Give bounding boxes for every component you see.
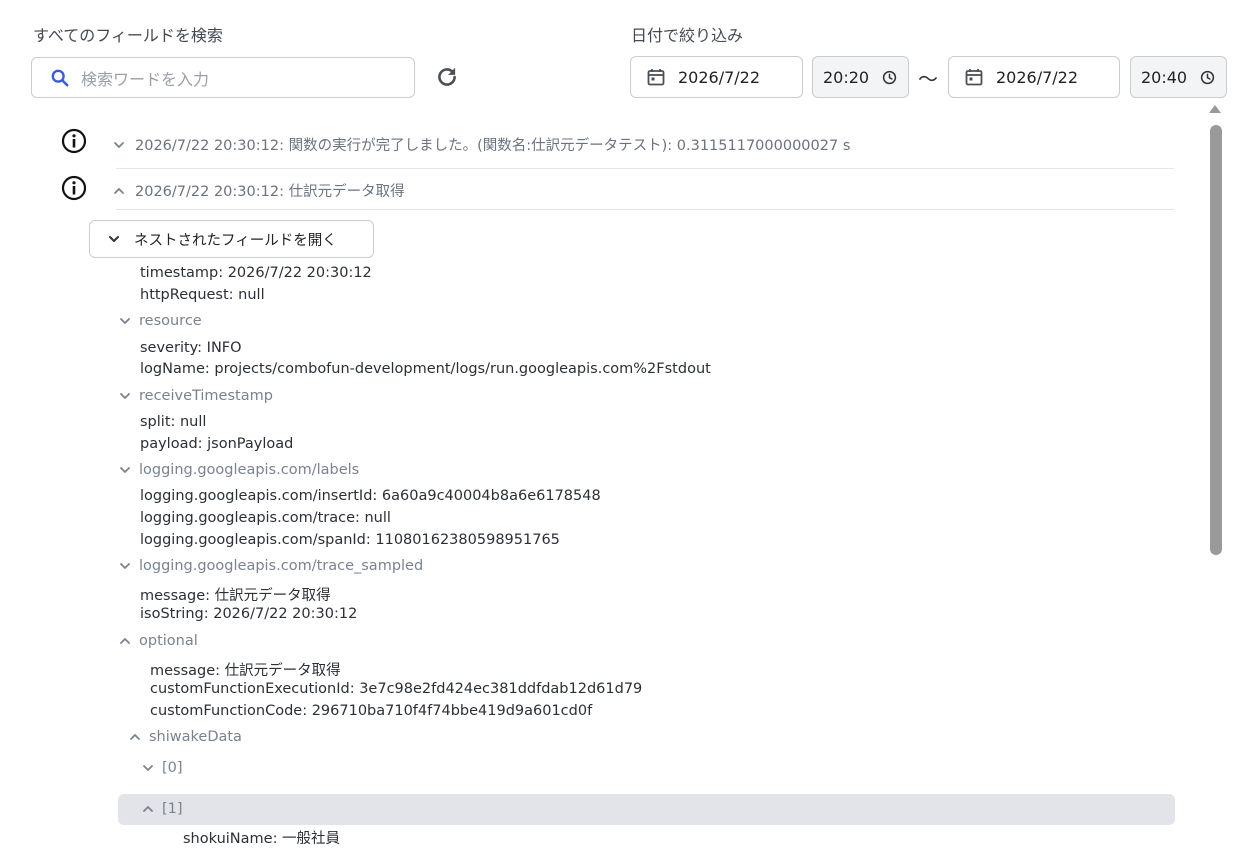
start-time-field[interactable]: 20:20 xyxy=(812,56,909,98)
chevron-up-icon xyxy=(114,187,124,194)
chevron-down-icon xyxy=(120,467,130,473)
log-row-text: 2026/7/22 20:30:12: 仕訳元データ取得 xyxy=(135,184,405,200)
scrollbar-thumb[interactable] xyxy=(1210,125,1222,555)
filter-label: 日付で絞り込み xyxy=(631,26,744,45)
clock-icon xyxy=(882,70,897,84)
field-payload: payload: jsonPayload xyxy=(140,436,294,452)
chevron-up-icon xyxy=(130,734,140,740)
search-label: すべてのフィールドを検索 xyxy=(33,26,223,45)
calendar-icon xyxy=(965,69,983,86)
field-severity: severity: INFO xyxy=(140,340,242,356)
chevron-up-icon xyxy=(143,806,153,812)
field-spanid: logging.googleapis.com/spanId: 110801623… xyxy=(140,532,560,548)
row-divider xyxy=(116,168,1174,169)
field-execution-id: customFunctionExecutionId: 3e7c98e2fd424… xyxy=(150,681,643,697)
chevron-down-icon xyxy=(114,141,124,148)
section-label: logging.googleapis.com/labels xyxy=(139,462,360,478)
field-optional-message: message: 仕訳元データ取得 xyxy=(150,663,341,679)
section-labels[interactable]: logging.googleapis.com/labels xyxy=(117,462,359,478)
range-separator: 〜 xyxy=(918,67,938,91)
field-logname: logName: projects/combofun-development/l… xyxy=(140,361,711,377)
chevron-down-icon xyxy=(120,563,130,569)
start-date-field[interactable]: 2026/7/22 xyxy=(630,56,803,98)
end-date-value: 2026/7/22 xyxy=(996,67,1079,87)
row-divider xyxy=(116,209,1174,210)
section-receive-timestamp[interactable]: receiveTimestamp xyxy=(117,388,273,404)
section-label: receiveTimestamp xyxy=(139,388,273,404)
section-shiwake-data[interactable]: shiwakeData xyxy=(127,729,242,745)
log-row-2[interactable]: 2026/7/22 20:30:12: 仕訳元データ取得 xyxy=(112,180,405,201)
array-item-1[interactable]: [1] xyxy=(140,801,183,817)
expand-nested-button[interactable]: ネストされたフィールドを開く xyxy=(89,220,374,258)
clock-icon xyxy=(1200,70,1215,84)
array-item-label: [0] xyxy=(162,760,183,776)
search-input[interactable]: 検索ワードを入力 xyxy=(81,66,209,90)
array-item-0[interactable]: [0] xyxy=(140,760,183,776)
section-resource[interactable]: resource xyxy=(117,313,202,329)
info-icon xyxy=(61,128,87,154)
section-label: optional xyxy=(139,633,198,649)
array-item-label: [1] xyxy=(162,801,183,817)
expand-nested-label: ネストされたフィールドを開く xyxy=(134,232,337,249)
info-icon xyxy=(61,175,87,201)
log-row-text: 2026/7/22 20:30:12: 関数の実行が完了しました。(関数名:仕訳… xyxy=(135,138,851,154)
chevron-down-icon xyxy=(120,393,130,399)
refresh-icon xyxy=(438,67,456,86)
field-message: message: 仕訳元データ取得 xyxy=(140,588,331,604)
scroll-up-arrow[interactable] xyxy=(1207,103,1223,115)
end-date-field[interactable]: 2026/7/22 xyxy=(948,56,1120,98)
chevron-down-icon xyxy=(109,236,119,242)
search-icon xyxy=(51,69,69,86)
start-time-value: 20:20 xyxy=(823,67,870,87)
field-httprequest: httpRequest: null xyxy=(140,287,265,303)
array-item-1-highlight[interactable] xyxy=(118,794,1175,825)
section-label: logging.googleapis.com/trace_sampled xyxy=(139,558,424,574)
section-trace-sampled[interactable]: logging.googleapis.com/trace_sampled xyxy=(117,558,423,574)
refresh-button[interactable] xyxy=(434,64,460,90)
log-row-1[interactable]: 2026/7/22 20:30:12: 関数の実行が完了しました。(関数名:仕訳… xyxy=(112,134,850,155)
field-isostring: isoString: 2026/7/22 20:30:12 xyxy=(140,606,358,622)
search-field[interactable]: 検索ワードを入力 xyxy=(31,57,415,98)
field-split: split: null xyxy=(140,414,207,430)
calendar-icon xyxy=(647,69,665,86)
chevron-down-icon xyxy=(143,765,153,771)
chevron-down-icon xyxy=(120,318,130,324)
section-label: resource xyxy=(139,313,202,329)
field-trace: logging.googleapis.com/trace: null xyxy=(140,510,391,526)
start-date-value: 2026/7/22 xyxy=(678,67,761,87)
field-function-code: customFunctionCode: 296710ba710f4f74bbe4… xyxy=(150,703,593,719)
end-time-field[interactable]: 20:40 xyxy=(1130,56,1227,98)
chevron-up-icon xyxy=(120,638,130,644)
field-insertid: logging.googleapis.com/insertId: 6a60a9c… xyxy=(140,488,601,504)
end-time-value: 20:40 xyxy=(1141,67,1188,87)
field-timestamp: timestamp: 2026/7/22 20:30:12 xyxy=(140,265,372,281)
section-label: shiwakeData xyxy=(149,729,242,745)
section-optional[interactable]: optional xyxy=(117,633,198,649)
field-shokui-name: shokuiName: 一般社員 xyxy=(183,831,341,847)
